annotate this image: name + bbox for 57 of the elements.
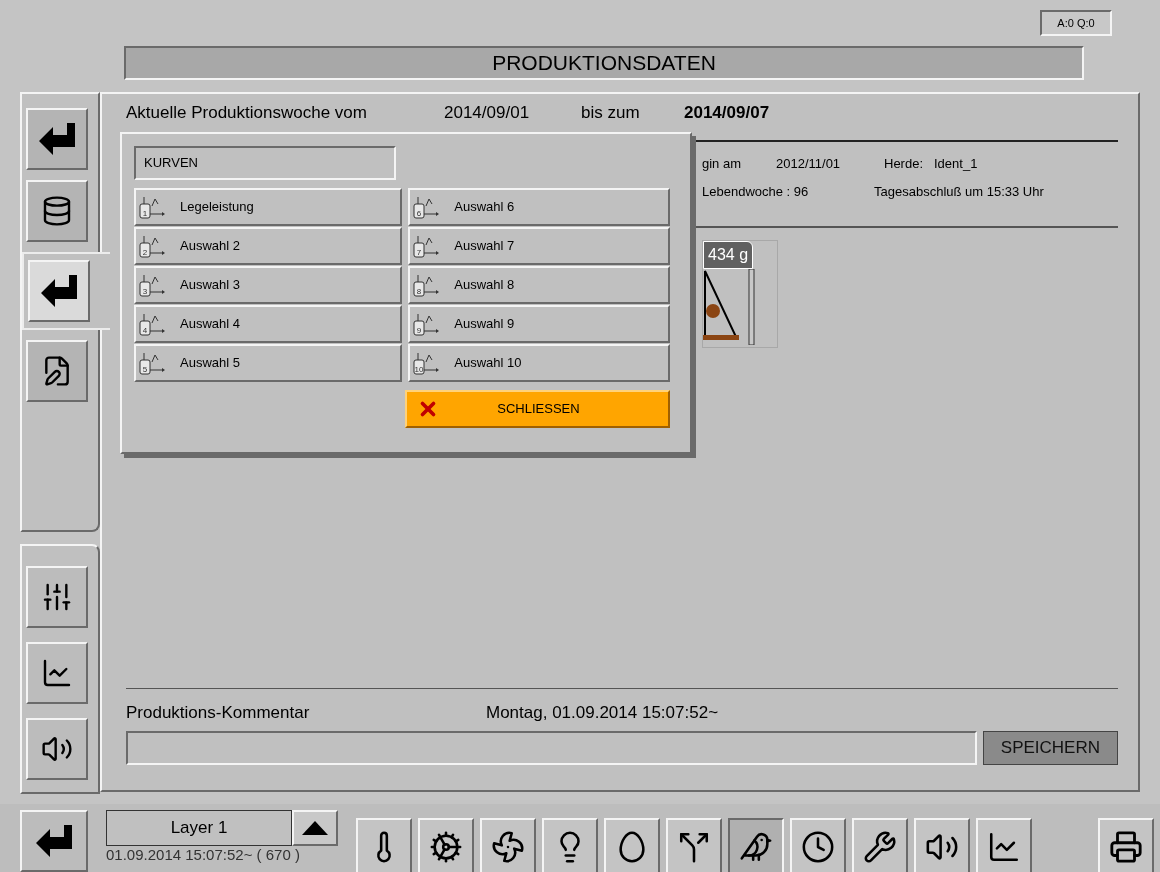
daily-closing-time: Tagesabschluß um 15:33 Uhr (874, 182, 1044, 201)
sidebar-button[interactable] (26, 180, 88, 242)
sidebar-button[interactable] (26, 718, 88, 780)
bird-icon (739, 830, 773, 864)
toolbar-button[interactable] (728, 818, 784, 872)
layer-timestamp: 01.09.2014 15:07:52~ ( 670 ) (106, 846, 301, 864)
sidebar-button[interactable] (26, 108, 88, 170)
dialog-title: KURVEN (134, 146, 396, 180)
curve-button[interactable]: 8 Auswahl 8 (408, 266, 670, 304)
curve-button[interactable]: 2 Auswahl 2 (134, 227, 403, 265)
cog-icon (429, 830, 463, 864)
up-triangle-icon (302, 821, 328, 835)
week-of-life: Lebendwoche : 96 (702, 182, 810, 201)
curve-button[interactable]: 1 Legeleistung (134, 188, 403, 226)
fan-icon (491, 830, 525, 864)
line-chart-icon (41, 657, 73, 689)
return-arrow-icon (34, 823, 74, 859)
flock-label: Herde: (884, 155, 925, 173)
sidebar-button[interactable] (26, 566, 88, 628)
split-arrows-icon (677, 830, 711, 864)
flock-name: Ident_1 (934, 155, 978, 173)
print-button[interactable] (1098, 818, 1154, 872)
curve-button[interactable]: 7 Auswahl 7 (408, 227, 670, 265)
curve-button[interactable]: 9 Auswahl 9 (408, 305, 670, 343)
comment-field[interactable] (126, 731, 977, 765)
back-button[interactable] (20, 810, 88, 872)
curve-button[interactable]: 4 Auswahl 4 (134, 305, 403, 343)
clock-icon (801, 830, 835, 864)
week-start-date: 2014/09/01 (444, 102, 531, 125)
curve-button[interactable]: 5 Auswahl 5 (134, 344, 403, 382)
curve-button[interactable]: 10 Auswahl 10 (408, 344, 670, 382)
wrench-icon (863, 830, 897, 864)
status-indicator: A:0 Q:0 (1040, 10, 1112, 36)
sliders-icon (41, 581, 73, 613)
database-icon (41, 195, 73, 227)
curve-button[interactable]: 6 Auswahl 6 (408, 188, 670, 226)
curve-button[interactable]: 3 Auswahl 3 (134, 266, 403, 304)
comment-label: Produktions-Kommentar (126, 702, 311, 725)
page-title: PRODUKTIONSDATEN (124, 46, 1084, 80)
sidebar-button[interactable] (26, 642, 88, 704)
return-arrow-icon (37, 121, 77, 157)
week-label: Aktuelle Produktionswoche vom (126, 102, 368, 125)
layer-field: Layer 1 (106, 810, 292, 846)
week-end-label: bis zum (581, 102, 641, 125)
comment-timestamp: Montag, 01.09.2014 15:07:52~ (486, 702, 719, 725)
start-date: 2012/11/01 (776, 155, 842, 173)
printer-icon (1109, 830, 1143, 864)
layer-up-button[interactable] (292, 810, 338, 846)
start-label: gin am (702, 155, 743, 173)
week-end-date: 2014/09/07 (684, 102, 770, 125)
sidebar-button[interactable] (26, 340, 88, 402)
save-button[interactable]: SPEICHERN (982, 731, 1118, 765)
line-chart-icon (987, 830, 1021, 864)
return-arrow-icon (39, 273, 79, 309)
close-button[interactable]: SCHLIESSEN (405, 390, 670, 428)
weight-value: 434 g (703, 241, 754, 269)
sidebar-button[interactable] (28, 260, 90, 322)
